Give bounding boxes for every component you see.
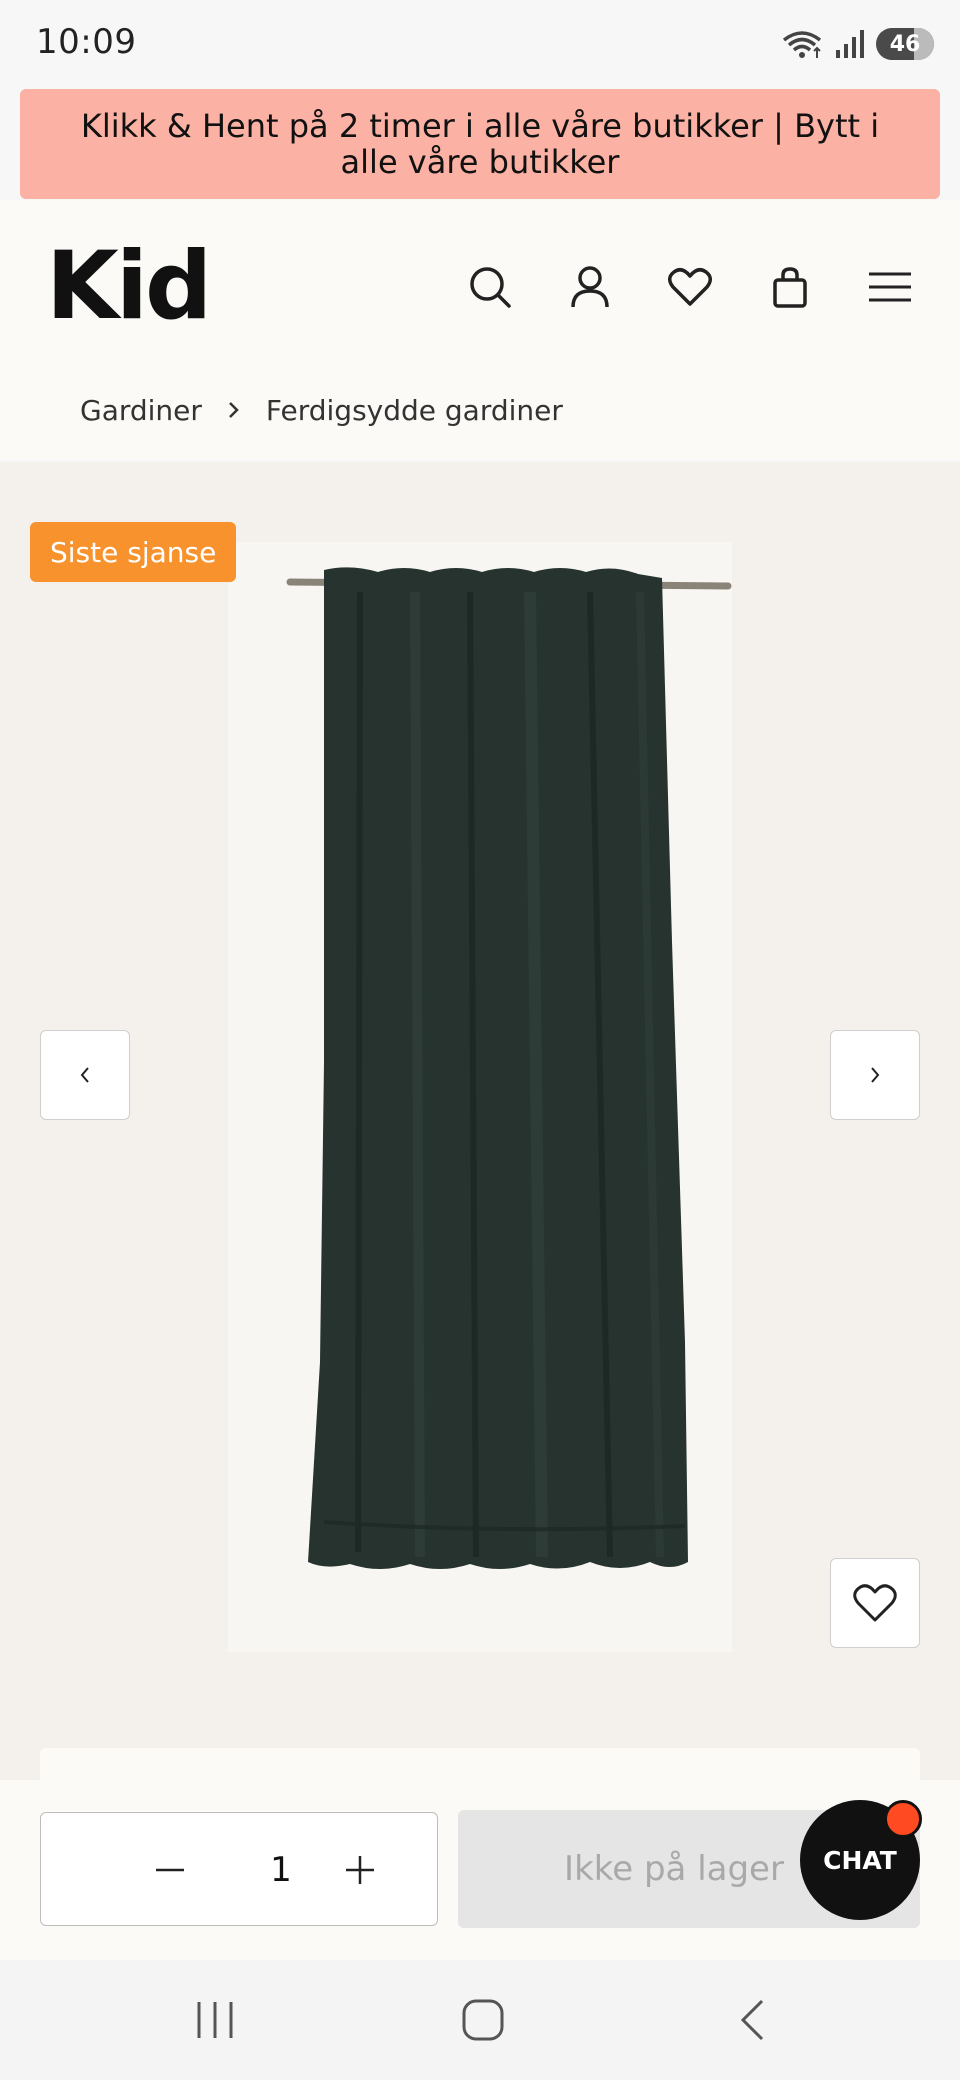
menu-icon [869, 272, 911, 302]
status-icons: 46 [780, 26, 934, 62]
logo-text: Kid [46, 232, 206, 332]
home-icon [462, 1999, 504, 2041]
decrease-quantity-button[interactable] [141, 1841, 199, 1899]
recent-apps-icon [197, 2002, 233, 2038]
product-gallery: Siste sjanse [0, 462, 960, 1788]
chevron-left-icon [80, 1067, 89, 1083]
quantity-value[interactable]: 1 [251, 1841, 311, 1899]
battery-indicator: 46 [876, 28, 934, 60]
chevron-right-icon [202, 400, 266, 420]
add-to-wishlist-button[interactable] [830, 1558, 920, 1648]
increase-quantity-button[interactable] [331, 1841, 389, 1899]
account-button[interactable] [540, 255, 640, 319]
account-icon [571, 266, 609, 308]
promo-banner[interactable]: Klikk & Hent på 2 timer i alle våre buti… [20, 89, 940, 199]
chevron-right-icon [871, 1067, 880, 1083]
back-icon [740, 1999, 764, 2041]
bag-icon [773, 267, 807, 308]
chat-notification-dot [884, 1800, 922, 1838]
home-button[interactable] [443, 1990, 523, 2050]
minus-icon [156, 1868, 184, 1872]
cart-button[interactable] [740, 255, 840, 319]
site-header: Kid [0, 200, 960, 360]
wifi-icon [782, 31, 822, 58]
system-nav-bar [0, 1960, 960, 2080]
next-image-button[interactable] [830, 1030, 920, 1120]
signal-icon [836, 30, 864, 58]
search-button[interactable] [440, 255, 540, 319]
quantity-stepper: 1 [40, 1812, 438, 1926]
search-icon [470, 267, 511, 308]
back-button[interactable] [712, 1990, 792, 2050]
status-bar: 10:09 46 [0, 0, 960, 88]
wishlist-button[interactable] [640, 255, 740, 319]
product-image [286, 567, 732, 1569]
prev-image-button[interactable] [40, 1030, 130, 1120]
sale-badge: Siste sjanse [30, 522, 237, 582]
breadcrumb: Gardiner Ferdigsydde gardiner [0, 360, 960, 460]
breadcrumb-item-ferdigsydde[interactable]: Ferdigsydde gardiner [266, 394, 563, 427]
plus-icon [346, 1856, 374, 1884]
menu-button[interactable] [840, 255, 940, 319]
logo[interactable]: Kid [46, 232, 206, 332]
header-actions [440, 255, 940, 319]
heart-icon [853, 1584, 897, 1622]
status-time: 10:09 [36, 22, 137, 62]
heart-icon [668, 268, 712, 306]
breadcrumb-item-gardiner[interactable]: Gardiner [80, 394, 202, 427]
recent-apps-button[interactable] [175, 1990, 255, 2050]
